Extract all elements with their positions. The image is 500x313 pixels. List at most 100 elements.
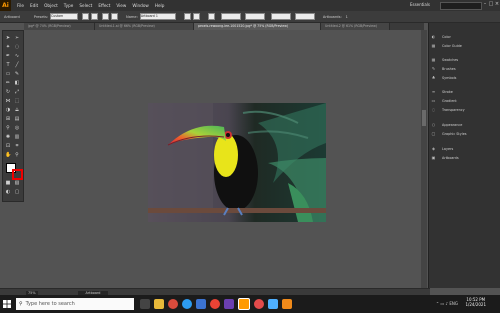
perspective-grid-tool-icon[interactable]: ⟁ <box>14 107 20 113</box>
new-artboard-button[interactable] <box>102 13 110 20</box>
pen-tool-icon[interactable]: ✒ <box>5 53 11 59</box>
panel-artboards[interactable]: ▣ Artboards <box>431 154 499 161</box>
taskbar-clock[interactable]: 10:52 PM 1/24/2021 <box>465 297 486 307</box>
paintbrush-tool-icon[interactable]: ✎ <box>14 71 20 77</box>
tab-document-3[interactable]: pexels-rewoong-lee-1001520.jpg* @ 75% (R… <box>194 23 321 30</box>
gradient-icon: ▭ <box>431 98 436 103</box>
menu-effect[interactable]: Effect <box>98 3 110 8</box>
toucan-photo[interactable] <box>148 103 326 222</box>
selection-tool-icon[interactable]: ➤ <box>5 35 11 41</box>
scrollbar-thumb[interactable] <box>422 110 426 126</box>
panel-gradient[interactable]: ▭ Gradient <box>431 97 499 104</box>
artboard-navigation[interactable]: Artboard <box>77 290 109 295</box>
orientation-landscape-button[interactable] <box>91 13 99 20</box>
illustrator-taskbar-icon[interactable] <box>238 298 250 310</box>
system-tray-icons[interactable]: ⌃ ▭ ♪ ENG <box>436 301 458 306</box>
artboard-options-button[interactable] <box>192 13 200 20</box>
eraser-tool-icon[interactable]: ◧ <box>14 80 20 86</box>
store-icon[interactable] <box>196 299 206 309</box>
help-search-input[interactable] <box>440 2 482 10</box>
control-bar: Artboard Presets: Custom Name: Artboard … <box>0 11 500 23</box>
app-icon[interactable] <box>224 299 234 309</box>
type-tool-icon[interactable]: T <box>5 62 11 68</box>
artboard-tool-icon[interactable]: ⊡ <box>5 143 11 149</box>
zoom-level-select[interactable]: 75% <box>26 290 38 295</box>
menu-view[interactable]: View <box>116 3 126 8</box>
close-icon[interactable]: × <box>494 1 500 9</box>
y-field[interactable] <box>244 13 265 20</box>
workspace-switcher[interactable]: Essentials <box>410 2 430 7</box>
artboards-icon: ▣ <box>431 155 436 160</box>
reference-point-icon[interactable] <box>207 13 215 20</box>
move-copy-artwork-button[interactable] <box>183 13 191 20</box>
menu-select[interactable]: Select <box>79 3 92 8</box>
delete-artboard-button[interactable] <box>111 13 119 20</box>
eyedropper-tool-icon[interactable]: ⚲ <box>5 125 11 131</box>
menu-help[interactable]: Help <box>155 3 165 8</box>
preset-select[interactable]: Custom <box>50 13 79 20</box>
taskbar-search-input[interactable]: ⚲ Type here to search <box>16 298 134 310</box>
menu-edit[interactable]: Edit <box>30 3 38 8</box>
vertical-scrollbar[interactable] <box>421 30 427 288</box>
direct-selection-tool-icon[interactable]: ➢ <box>14 35 20 41</box>
mesh-tool-icon[interactable]: ⊞ <box>5 116 11 122</box>
width-field[interactable] <box>270 13 291 20</box>
line-tool-icon[interactable]: ╱ <box>14 62 20 68</box>
photos-icon[interactable] <box>268 299 278 309</box>
symbol-sprayer-tool-icon[interactable]: ✺ <box>5 134 11 140</box>
menu-type[interactable]: Type <box>64 3 74 8</box>
height-field[interactable] <box>294 13 315 20</box>
task-view-icon[interactable] <box>140 299 150 309</box>
panel-appearance[interactable]: ○ Appearance <box>431 121 499 128</box>
scale-tool-icon[interactable]: ⤢ <box>14 89 20 95</box>
panels-dock: ◐ Color ▦ Color Guide ▦ Swatches ✎ Brushes ♣… <box>428 23 500 288</box>
draw-mode-icon[interactable]: ◐ <box>5 189 11 195</box>
graph-tool-icon[interactable]: ▥ <box>14 134 20 140</box>
panel-stroke[interactable]: ≡ Stroke <box>431 88 499 95</box>
panel-color[interactable]: ◐ Color <box>431 33 499 40</box>
chrome-icon[interactable] <box>168 299 178 309</box>
slice-tool-icon[interactable]: ⌗ <box>14 143 20 149</box>
panel-graphic-styles[interactable]: ▢ Graphic Styles <box>431 130 499 137</box>
magic-wand-tool-icon[interactable]: ✦ <box>5 44 11 50</box>
stroke-swatch[interactable] <box>12 169 23 180</box>
color-mode-icon[interactable]: ■ <box>5 180 11 186</box>
panel-layers[interactable]: ◈ Layers <box>431 145 499 152</box>
panel-color-guide[interactable]: ▦ Color Guide <box>431 42 499 49</box>
rectangle-tool-icon[interactable]: ▭ <box>5 71 11 77</box>
hand-tool-icon[interactable]: ✋ <box>5 152 11 158</box>
panel-symbols[interactable]: ♣ Symbols <box>431 74 499 81</box>
panel-transparency[interactable]: ◌ Transparency <box>431 106 499 113</box>
width-tool-icon[interactable]: ⋈ <box>5 98 11 104</box>
screen-mode-icon[interactable]: ▢ <box>14 189 20 195</box>
panel-brushes[interactable]: ✎ Brushes <box>431 65 499 72</box>
free-transform-tool-icon[interactable]: ⬚ <box>14 98 20 104</box>
pencil-tool-icon[interactable]: ✏ <box>5 80 11 86</box>
menu-window[interactable]: Window <box>132 3 149 8</box>
edge-icon[interactable] <box>182 299 192 309</box>
artboard-name-input[interactable]: Artboard 1 <box>139 13 176 20</box>
browser-icon[interactable] <box>210 299 220 309</box>
file-explorer-icon[interactable] <box>154 299 164 309</box>
tab-document-4[interactable]: Untitled-2 @ 61% (RGB/Preview) <box>321 23 390 30</box>
blend-tool-icon[interactable]: ◎ <box>14 125 20 131</box>
menu-object[interactable]: Object <box>44 3 58 8</box>
menu-file[interactable]: File <box>17 3 24 8</box>
vlc-icon[interactable] <box>282 299 292 309</box>
shape-builder-tool-icon[interactable]: ◑ <box>5 107 11 113</box>
gradient-tool-icon[interactable]: ▤ <box>14 116 20 122</box>
curvature-tool-icon[interactable]: ∿ <box>14 53 20 59</box>
lasso-tool-icon[interactable]: ◌ <box>14 44 20 50</box>
windows-taskbar: ⚲ Type here to search <box>0 295 500 313</box>
zoom-tool-icon[interactable]: ⚲ <box>14 152 20 158</box>
tab-document-1[interactable]: jpg* @ 74% (RGB/Preview) <box>24 23 95 30</box>
rotate-tool-icon[interactable]: ↻ <box>5 89 11 95</box>
toucan-photo-graphic <box>148 103 326 222</box>
orientation-portrait-button[interactable] <box>82 13 90 20</box>
x-field[interactable] <box>220 13 241 20</box>
gradient-mode-icon[interactable]: ▧ <box>14 180 20 186</box>
windows-start-icon[interactable] <box>0 295 14 313</box>
panel-swatches[interactable]: ▦ Swatches <box>431 56 499 63</box>
tab-document-2[interactable]: Untitled-1.ai @ 66% (RGB/Preview) <box>95 23 194 30</box>
media-icon[interactable] <box>254 299 264 309</box>
